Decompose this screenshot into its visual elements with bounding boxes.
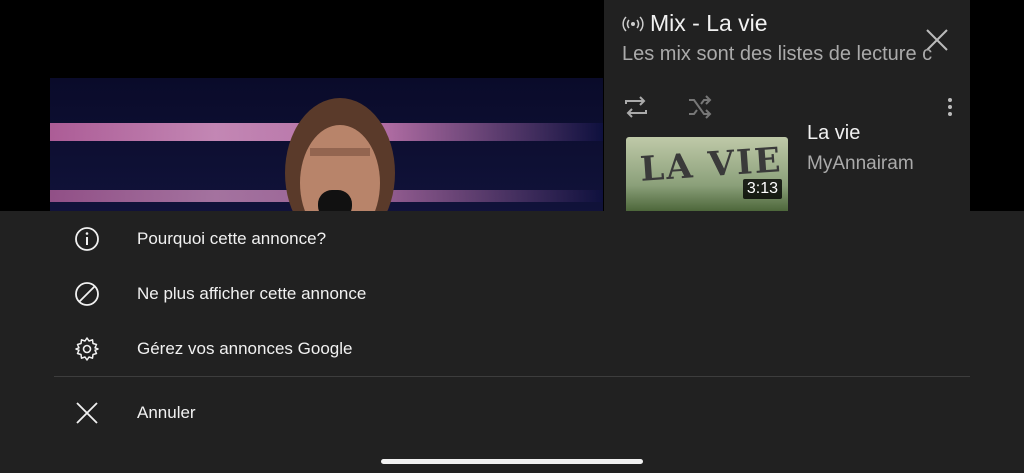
ad-options-sheet: Pourquoi cette annonce? Ne plus afficher…	[0, 211, 1024, 473]
playlist-panel: Mix - La vie Les mix sont des listes de …	[604, 0, 970, 240]
menu-divider	[54, 376, 970, 377]
menu-item-manage-google-ads[interactable]: Gérez vos annonces Google	[54, 321, 970, 376]
gear-icon	[75, 336, 99, 361]
menu-item-why-this-ad[interactable]: Pourquoi cette annonce?	[54, 211, 970, 266]
playlist-subtitle: Les mix sont des listes de lecture c	[622, 43, 933, 65]
info-icon	[75, 226, 99, 251]
playlist-item-title[interactable]: La vie	[807, 122, 860, 145]
video-thumbnail[interactable]: LA VIE 3:13	[626, 137, 788, 217]
close-icon	[76, 401, 98, 424]
duration-badge: 3:13	[742, 179, 782, 199]
menu-item-label: Pourquoi cette annonce?	[137, 228, 327, 248]
repeat-icon[interactable]	[622, 94, 650, 120]
shuffle-icon[interactable]	[686, 94, 714, 120]
more-options-icon[interactable]	[940, 94, 960, 120]
menu-item-stop-showing-ad[interactable]: Ne plus afficher cette annonce	[54, 266, 970, 321]
playlist-header: Mix - La vie	[622, 10, 768, 37]
block-icon	[75, 281, 99, 306]
menu-item-cancel[interactable]: Annuler	[54, 385, 970, 440]
menu-item-label: Ne plus afficher cette annonce	[137, 283, 367, 303]
home-indicator[interactable]	[381, 459, 643, 464]
mix-radio-icon	[622, 15, 644, 32]
playlist-item-channel: MyAnnairam	[807, 153, 914, 174]
menu-item-label: Annuler	[137, 402, 196, 422]
playlist-title: Mix - La vie	[650, 10, 768, 36]
menu-item-label: Gérez vos annonces Google	[137, 338, 353, 358]
